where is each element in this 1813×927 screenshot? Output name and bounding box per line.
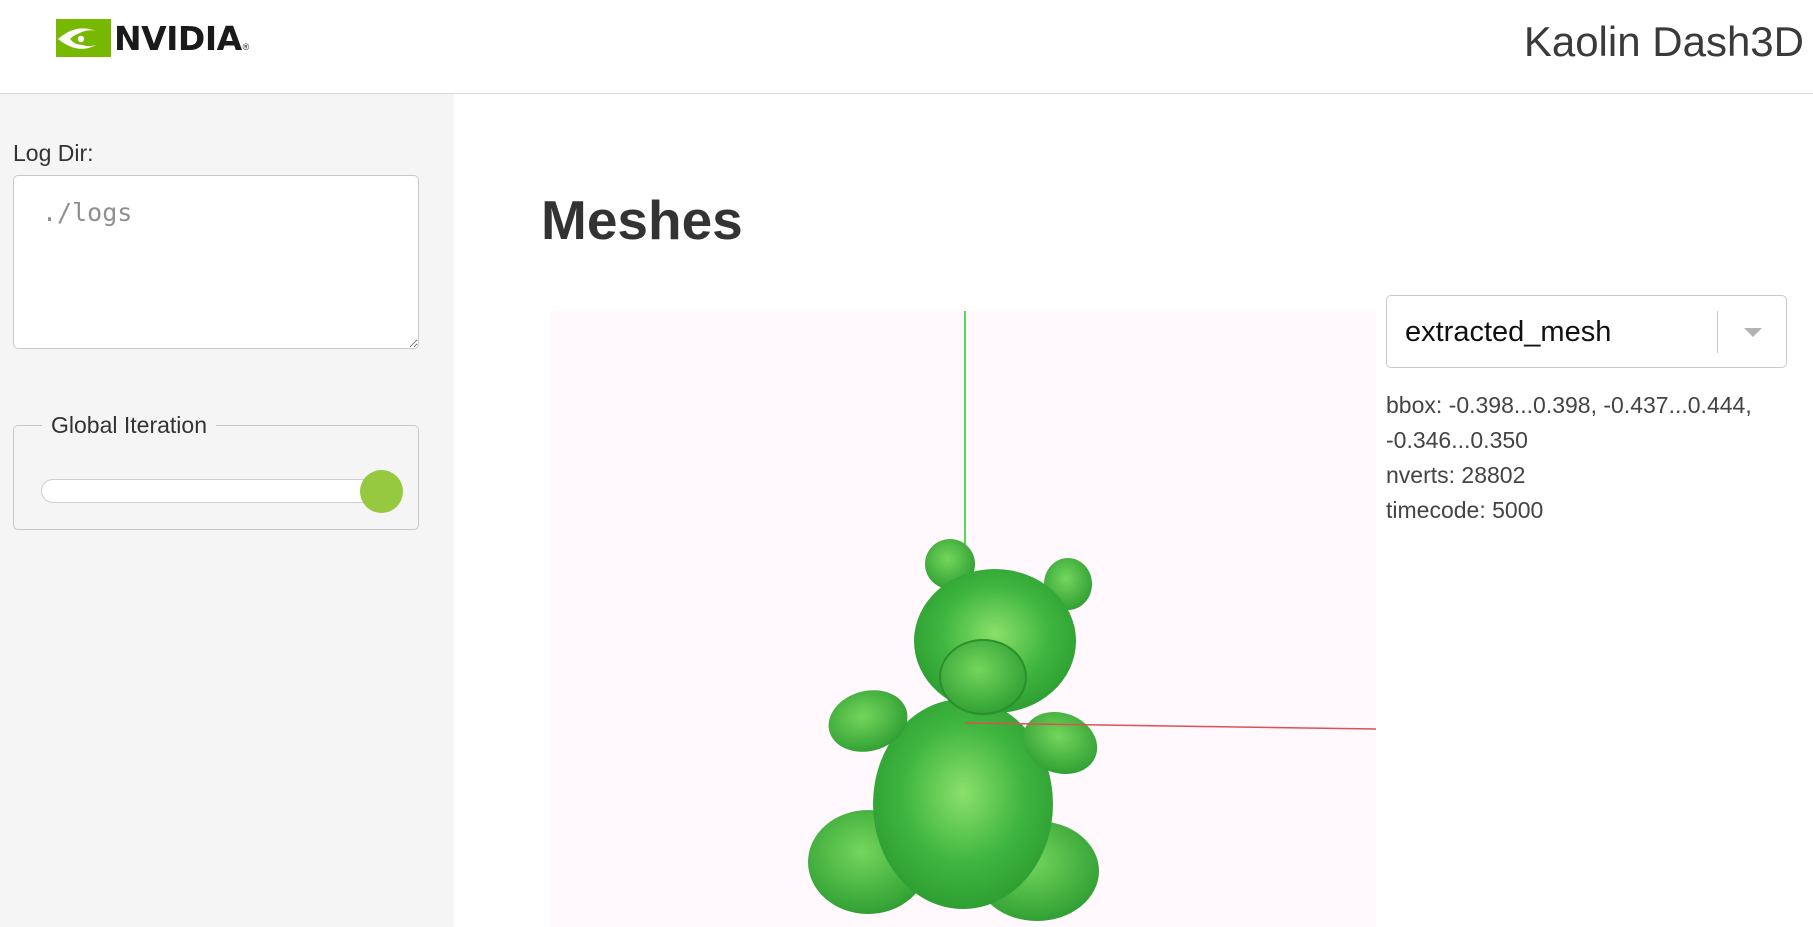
mesh-select-dropdown[interactable]: extracted_mesh <box>1386 295 1787 368</box>
sidebar: Log Dir: Global Iteration <box>0 94 454 927</box>
mesh-render <box>808 311 1376 921</box>
nvidia-logo: NVIDIA ® <box>56 18 249 58</box>
bbox-line-2: -0.346...0.350 <box>1386 427 1528 453</box>
mesh-viewer[interactable] <box>550 311 1376 927</box>
registered-mark: ® <box>242 42 250 52</box>
nverts-text: nverts: 28802 <box>1386 462 1526 488</box>
page-title: Meshes <box>541 189 743 251</box>
mesh-select-value: extracted_mesh <box>1405 316 1612 348</box>
brand-name: NVIDIA <box>114 18 242 58</box>
header-bar: NVIDIA ® Kaolin Dash3D <box>0 0 1813 94</box>
bear-muzzle <box>939 639 1027 715</box>
dropdown-separator <box>1717 311 1718 353</box>
global-iteration-slider[interactable] <box>41 470 403 513</box>
bbox-line-1: bbox: -0.398...0.398, -0.437...0.444, <box>1386 392 1752 418</box>
nvidia-eye-icon <box>56 19 111 57</box>
global-iteration-label: Global Iteration <box>51 412 207 438</box>
slider-thumb[interactable] <box>360 470 403 513</box>
log-dir-label: Log Dir: <box>13 140 94 166</box>
chevron-down-icon[interactable] <box>1744 328 1762 337</box>
mesh-info-panel: bbox: -0.398...0.398, -0.437...0.444, -0… <box>1386 388 1786 528</box>
timecode-text: timecode: 5000 <box>1386 497 1544 523</box>
global-iteration-group: Global Iteration <box>13 412 419 530</box>
log-dir-input[interactable] <box>13 175 419 349</box>
app-title: Kaolin Dash3D <box>1523 18 1804 65</box>
